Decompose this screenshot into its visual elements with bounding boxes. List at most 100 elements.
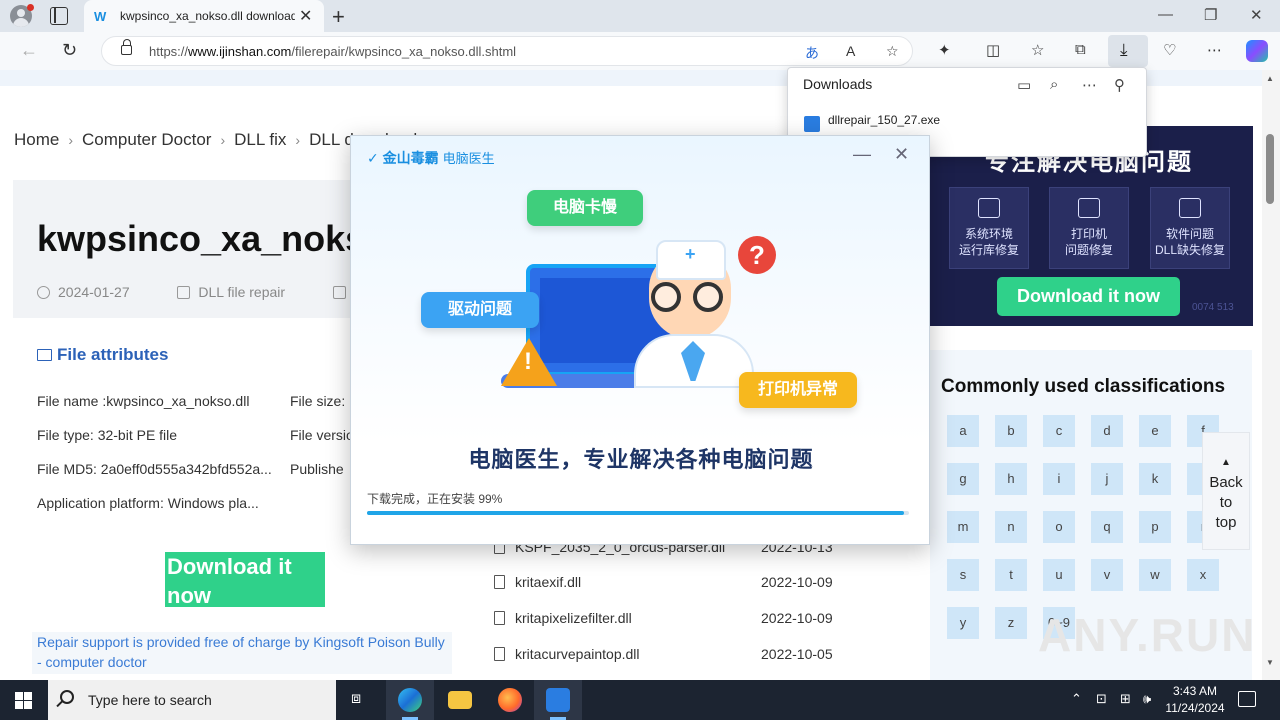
tab-close-icon[interactable]: ✕ bbox=[299, 6, 312, 26]
address-field[interactable]: https://www.ijinshan.com/filerepair/kwps… bbox=[101, 36, 913, 66]
classification-letter[interactable]: p bbox=[1139, 511, 1171, 543]
classification-letter[interactable]: k bbox=[1139, 463, 1171, 495]
tab-title: kwpsinco_xa_nokso.dll download bbox=[120, 9, 295, 23]
file-attributes-heading: File attributes bbox=[37, 345, 168, 365]
classification-letter[interactable]: g bbox=[947, 463, 979, 495]
page-scrollbar[interactable]: ▲ ▼ bbox=[1262, 70, 1280, 680]
task-view-button[interactable]: ⧈ bbox=[336, 680, 384, 720]
classification-letter[interactable]: s bbox=[947, 559, 979, 591]
back-to-top-button[interactable]: ▲ Back to top bbox=[1202, 432, 1250, 550]
file-list-item[interactable]: kritapixelizefilter.dll bbox=[494, 610, 632, 626]
classification-letter[interactable]: u bbox=[1043, 559, 1075, 591]
search-icon[interactable]: ⌕ bbox=[1050, 76, 1058, 93]
support-link[interactable]: Repair support is provided free of charg… bbox=[32, 632, 452, 674]
promo-code: 0074 513 bbox=[1192, 302, 1234, 313]
profile-badge bbox=[27, 4, 34, 11]
url-text: https://www.ijinshan.com/filerepair/kwps… bbox=[149, 44, 517, 59]
classification-letter[interactable]: q bbox=[1091, 511, 1123, 543]
scroll-down-icon[interactable]: ▼ bbox=[1266, 658, 1274, 667]
chevron-up-icon[interactable]: ⌃ bbox=[1071, 691, 1082, 707]
classification-letter[interactable]: m bbox=[947, 511, 979, 543]
meta-category[interactable]: DLL file repair bbox=[198, 284, 285, 300]
classification-letter[interactable]: e bbox=[1139, 415, 1171, 447]
file-list-item[interactable]: kritaexif.dll bbox=[494, 574, 581, 590]
classification-letter[interactable]: o bbox=[1043, 511, 1075, 543]
favorites-icon[interactable]: ☆ bbox=[1031, 41, 1044, 59]
settings-more-icon[interactable]: ⋯ bbox=[1207, 41, 1222, 59]
install-status: 下载完成，正在安装 99% bbox=[367, 492, 503, 506]
windows-taskbar: Type here to search ⧈ ⌃ ⊡ ⊞ 🕪 3:43 AM 11/… bbox=[0, 680, 1280, 720]
pin-icon[interactable]: ⚲ bbox=[1114, 76, 1125, 94]
attr-app-platform: Application platform: Windows pla... bbox=[37, 495, 259, 511]
volume-icon[interactable]: 🕪 bbox=[1143, 691, 1151, 707]
browser-essentials-icon[interactable]: ♡ bbox=[1163, 41, 1176, 59]
classification-letter[interactable]: a bbox=[947, 415, 979, 447]
page-meta: 2024-01-27 DLL file repair bbox=[37, 284, 354, 300]
window-close-icon[interactable]: ✕ bbox=[1250, 6, 1263, 24]
classification-letter[interactable]: c bbox=[1043, 415, 1075, 447]
triangle-up-icon: ▲ bbox=[1221, 457, 1231, 468]
windows-start-icon[interactable] bbox=[15, 692, 32, 709]
dialog-close-icon[interactable]: ✕ bbox=[894, 144, 909, 165]
scroll-thumb[interactable] bbox=[1266, 134, 1274, 204]
back-arrow-icon[interactable]: ← bbox=[20, 40, 38, 61]
taskbar-firefox[interactable] bbox=[486, 680, 534, 720]
classification-letter[interactable]: j bbox=[1091, 463, 1123, 495]
collections-icon[interactable]: ⧉ bbox=[1075, 41, 1086, 58]
file-list-item[interactable]: kritacurvepaintop.dll bbox=[494, 646, 640, 662]
windows-icon bbox=[978, 198, 1000, 218]
downloads-button[interactable]: ⤓ bbox=[1108, 35, 1148, 67]
split-screen-icon[interactable]: ◫ bbox=[986, 41, 1000, 59]
notification-icon[interactable] bbox=[1238, 691, 1256, 707]
scroll-up-icon[interactable]: ▲ bbox=[1266, 74, 1274, 83]
classification-letter[interactable]: y bbox=[947, 607, 979, 639]
classification-letter[interactable]: v bbox=[1091, 559, 1123, 591]
install-progress-bar bbox=[367, 511, 909, 515]
taskbar-search-box[interactable]: Type here to search bbox=[48, 680, 336, 720]
restore-icon[interactable]: ❐ bbox=[1204, 6, 1217, 24]
classification-letter[interactable]: n bbox=[995, 511, 1027, 543]
taskbar-installer[interactable] bbox=[534, 680, 582, 720]
breadcrumb-computer-doctor[interactable]: Computer Doctor bbox=[82, 130, 211, 149]
read-aloud-icon[interactable]: A bbox=[846, 43, 855, 59]
installer-icon bbox=[546, 688, 570, 712]
more-options-icon[interactable]: ⋯ bbox=[1082, 76, 1097, 94]
classification-letter[interactable]: b bbox=[995, 415, 1027, 447]
classification-letter[interactable]: z bbox=[995, 607, 1027, 639]
taskbar-edge[interactable] bbox=[386, 680, 434, 720]
tag-driver-problem: 驱动问题 bbox=[421, 292, 539, 328]
meet-now-icon[interactable]: ⊡ bbox=[1096, 691, 1107, 707]
breadcrumb-home[interactable]: Home bbox=[14, 130, 59, 149]
classification-letter[interactable]: t bbox=[995, 559, 1027, 591]
minimize-icon[interactable]: — bbox=[1158, 6, 1173, 23]
classification-letter[interactable]: x bbox=[1187, 559, 1219, 591]
breadcrumb-dll-fix[interactable]: DLL fix bbox=[234, 130, 286, 149]
classification-letter[interactable]: i bbox=[1043, 463, 1075, 495]
translate-icon[interactable]: あ bbox=[805, 43, 819, 63]
classification-letter[interactable]: w bbox=[1139, 559, 1171, 591]
installer-file-icon bbox=[804, 116, 820, 132]
firefox-icon bbox=[498, 688, 522, 712]
extensions-icon[interactable]: ✦ bbox=[938, 41, 951, 59]
copilot-icon[interactable] bbox=[1246, 40, 1268, 62]
attr-file-size: File size: bbox=[290, 393, 346, 409]
browser-tab-active[interactable]: W kwpsinco_xa_nokso.dll download ✕ bbox=[84, 0, 324, 32]
browser-tab-bar: W kwpsinco_xa_nokso.dll download ✕ + — ❐… bbox=[0, 0, 1280, 32]
taskbar-file-explorer[interactable] bbox=[436, 680, 484, 720]
new-tab-button[interactable]: + bbox=[332, 4, 345, 30]
classification-letter[interactable]: d bbox=[1091, 415, 1123, 447]
lock-icon[interactable] bbox=[121, 39, 132, 55]
classification-letter[interactable]: h bbox=[995, 463, 1027, 495]
dialog-headline: 电脑医生，专业解决各种电脑问题 bbox=[468, 447, 814, 472]
favorite-star-icon[interactable]: ☆ bbox=[886, 43, 899, 60]
dialog-minimize-icon[interactable]: — bbox=[853, 144, 871, 165]
network-icon[interactable]: ⊞ bbox=[1120, 691, 1131, 707]
promo-download-button[interactable]: Download it now bbox=[997, 277, 1180, 316]
open-folder-icon[interactable]: ▭ bbox=[1017, 76, 1031, 94]
download-now-button[interactable]: Download it now bbox=[165, 552, 325, 608]
attr-file-md5: File MD5: 2a0eff0d555a342bfd552a... bbox=[37, 461, 272, 477]
download-item-name[interactable]: dllrepair_150_27.exe bbox=[828, 113, 940, 127]
tab-actions-icon[interactable] bbox=[50, 7, 68, 25]
refresh-icon[interactable]: ↻ bbox=[62, 40, 77, 61]
taskbar-clock[interactable]: 3:43 AM 11/24/2024 bbox=[1164, 683, 1226, 717]
